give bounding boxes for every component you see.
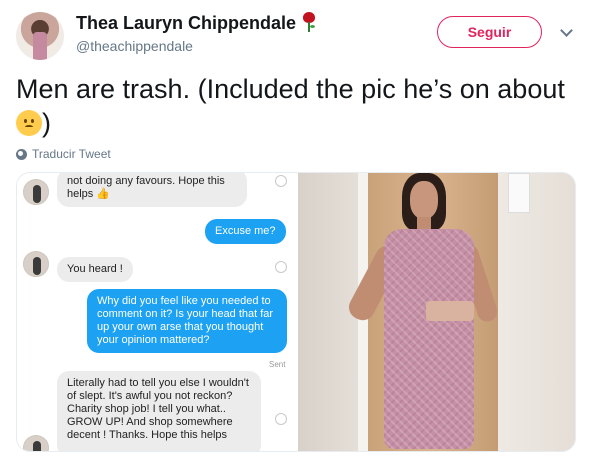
- photo-face: [410, 181, 438, 219]
- tweet-header: Thea Lauryn Chippendale @theachippendale…: [0, 0, 593, 60]
- author-name-row[interactable]: Thea Lauryn Chippendale: [76, 12, 316, 34]
- author-name[interactable]: Thea Lauryn Chippendale: [76, 13, 296, 33]
- sender-avatar: [23, 179, 49, 205]
- tweet-text: Men are trash. (Included the pic he’s on…: [16, 72, 586, 140]
- heart-icon: [275, 175, 287, 187]
- translate-label[interactable]: Traducir Tweet: [32, 147, 111, 161]
- author-handle[interactable]: @theachippendale: [76, 38, 193, 54]
- chat-message: Literally had to tell you else I wouldn'…: [57, 371, 261, 451]
- chat-screenshot[interactable]: not doing any favours. Hope this helps 👍…: [17, 173, 295, 451]
- photo-clutch-bag: [426, 301, 474, 321]
- sent-label: Sent: [269, 360, 286, 369]
- chat-message: You heard !: [57, 257, 133, 282]
- sender-avatar: [23, 251, 49, 277]
- globe-icon: [16, 148, 27, 160]
- heart-icon: [275, 261, 287, 273]
- chat-message: not doing any favours. Hope this helps 👍: [57, 173, 247, 207]
- tweet-text-main: Men are trash. (Included the pic he’s on…: [16, 74, 565, 104]
- chat-message: Excuse me?: [205, 219, 286, 244]
- tweet-text-end: ): [42, 108, 51, 138]
- photo-light-switch: [508, 173, 530, 213]
- translate-tweet-link[interactable]: Traducir Tweet: [16, 147, 111, 161]
- chevron-down-icon[interactable]: [560, 24, 573, 37]
- upside-down-face-emoji-icon: [16, 110, 42, 136]
- author-avatar[interactable]: [16, 12, 64, 60]
- follow-button[interactable]: Seguir: [437, 16, 542, 48]
- tweet-media[interactable]: not doing any favours. Hope this helps 👍…: [16, 172, 576, 452]
- outfit-photo[interactable]: [298, 173, 575, 451]
- heart-icon: [275, 413, 287, 425]
- photo-lace-dress: [384, 229, 474, 449]
- chat-message: Why did you feel like you needed to comm…: [87, 289, 287, 353]
- sender-avatar: [23, 435, 49, 451]
- rose-icon: [302, 12, 316, 32]
